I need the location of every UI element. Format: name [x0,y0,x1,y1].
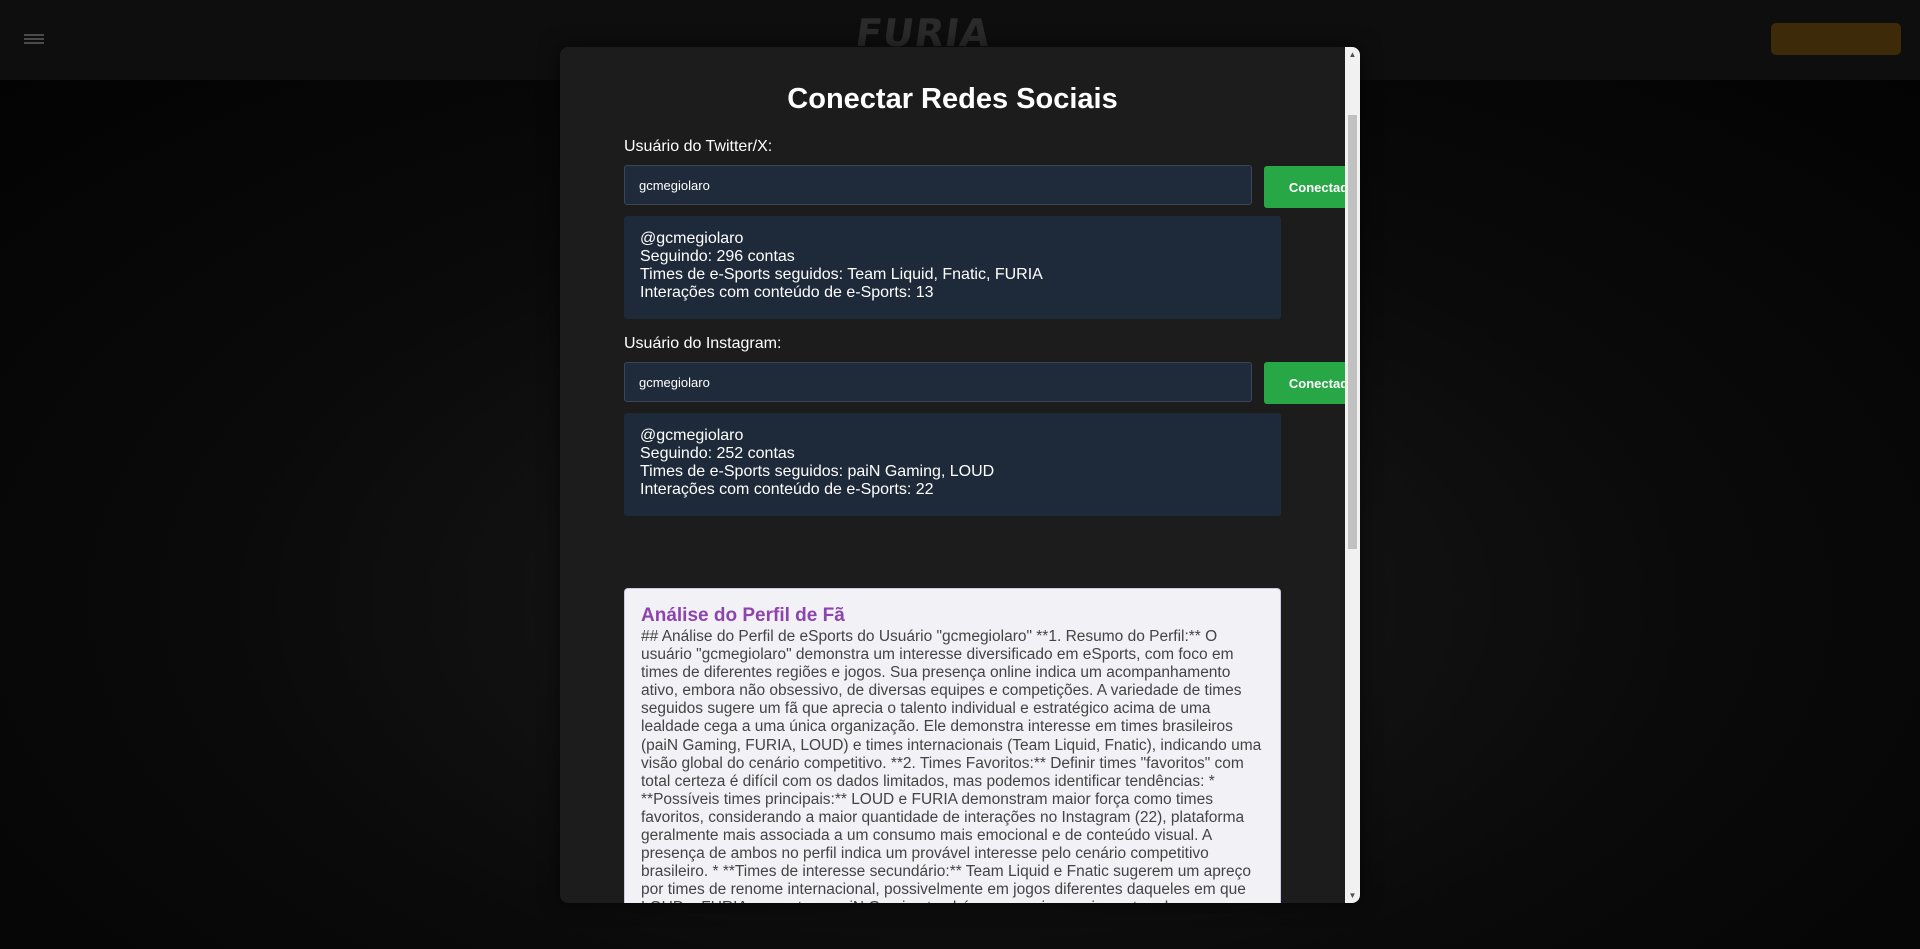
twitter-username-input[interactable] [624,165,1252,205]
scrollbar-thumb[interactable] [1348,115,1357,549]
instagram-handle: @gcmegiolaro [640,427,744,444]
instagram-label: Usuário do Instagram: [624,335,782,352]
instagram-username-input[interactable] [624,362,1252,402]
twitter-label: Usuário do Twitter/X: [624,138,773,155]
social-connect-modal: Conectar Redes Sociais Usuário do Twitte… [560,47,1360,903]
twitter-teams: Times de e-Sports seguidos: Team Liquid,… [640,266,1043,283]
instagram-connect-button[interactable]: Conectado [1264,362,1345,404]
twitter-interactions: Interações com conteúdo de e-Sports: 13 [640,284,934,301]
twitter-handle: @gcmegiolaro [640,230,744,247]
instagram-info-box: @gcmegiolaro Seguindo: 252 contas Times … [624,413,1281,516]
scroll-down-arrow-icon[interactable]: ▼ [1345,888,1360,903]
twitter-connect-button[interactable]: Conectado [1264,166,1345,208]
instagram-interactions: Interações com conteúdo de e-Sports: 22 [640,481,934,498]
menu-icon[interactable] [24,34,44,44]
modal-title: Conectar Redes Sociais [787,83,1118,115]
instagram-following: Seguindo: 252 contas [640,445,795,462]
twitter-info-box: @gcmegiolaro Seguindo: 296 contas Times … [624,216,1281,319]
analysis-text: ## Análise do Perfil de eSports do Usuár… [641,628,1262,903]
modal-scroll-area[interactable]: Conectar Redes Sociais Usuário do Twitte… [560,47,1345,903]
analysis-title: Análise do Perfil de Fã [641,605,845,626]
modal-scrollbar[interactable]: ▲ ▼ [1345,47,1360,903]
scroll-up-arrow-icon[interactable]: ▲ [1345,47,1360,62]
header-cta-button[interactable]: Conectar Redes [1771,23,1901,55]
twitter-following: Seguindo: 296 contas [640,248,795,265]
instagram-teams: Times de e-Sports seguidos: paiN Gaming,… [640,463,995,480]
fan-profile-analysis: Análise do Perfil de Fã ## Análise do Pe… [624,588,1281,903]
